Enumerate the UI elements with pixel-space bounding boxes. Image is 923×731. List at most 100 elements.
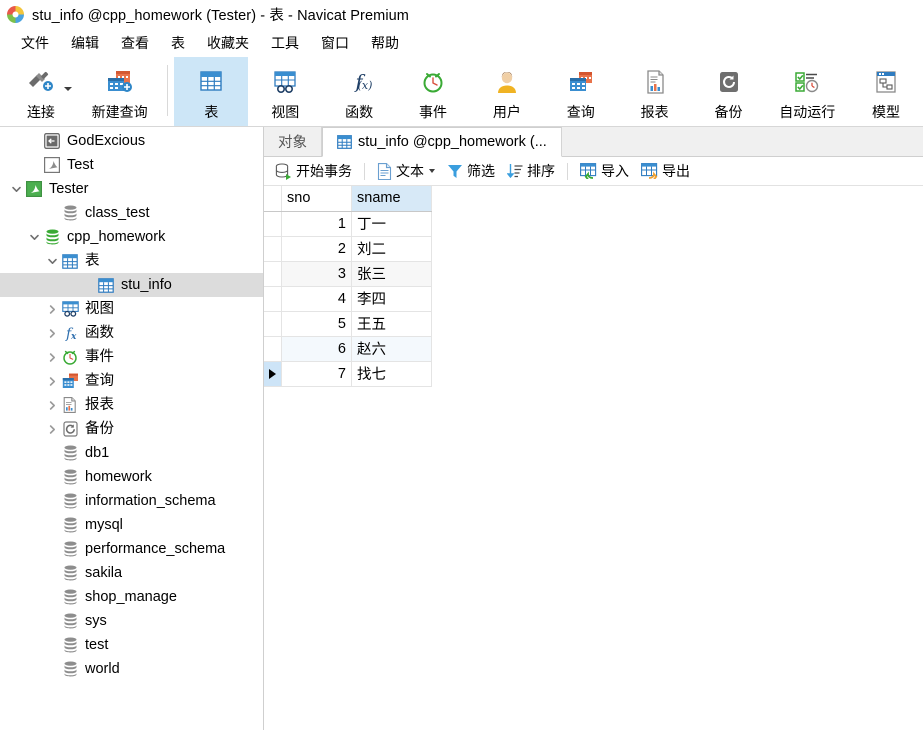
sidebar-item-test[interactable]: Test [0, 153, 263, 177]
cell-sname[interactable]: 丁一 [351, 211, 432, 237]
sidebar-item--[interactable]: 备份 [0, 417, 263, 441]
toolbar-button-automation[interactable]: 自动运行 [765, 57, 849, 126]
cell-sno[interactable]: 4 [281, 286, 352, 312]
chevron-right-icon[interactable] [44, 304, 60, 315]
current-row-indicator-icon[interactable] [264, 361, 282, 387]
sidebar-item-information_schema[interactable]: information_schema [0, 489, 263, 513]
cell-sno[interactable]: 1 [281, 211, 352, 237]
sort-button[interactable]: 排序 [501, 159, 561, 183]
menu-favorites[interactable]: 收藏夹 [196, 30, 260, 56]
menu-window[interactable]: 窗口 [310, 30, 360, 56]
row-indicator[interactable] [264, 211, 282, 237]
toolbar-button-users[interactable]: 用户 [470, 57, 544, 126]
sidebar-item--[interactable]: 查询 [0, 369, 263, 393]
chevron-down-icon[interactable] [26, 232, 42, 243]
database-gray-icon [60, 661, 80, 677]
sidebar-item-godexcious[interactable]: GodExcious [0, 129, 263, 153]
toolbar-button-tables[interactable]: 表 [174, 57, 249, 126]
data-grid-container[interactable]: sno sname 1 丁一 2 刘二 3 张三 4 李四 5 王五 6 赵六 7 找七 [264, 186, 923, 730]
row-indicator[interactable] [264, 311, 282, 337]
cell-sname[interactable]: 赵六 [351, 336, 432, 362]
chevron-right-icon[interactable] [44, 400, 60, 411]
sidebar-item-sakila[interactable]: sakila [0, 561, 263, 585]
row-indicator-header [264, 186, 282, 212]
menu-edit[interactable]: 编辑 [60, 30, 110, 56]
sidebar-item-db1[interactable]: db1 [0, 441, 263, 465]
sidebar-item-shop_manage[interactable]: shop_manage [0, 585, 263, 609]
connection-gray-icon [42, 133, 62, 149]
text-view-button[interactable]: 文本 [371, 159, 441, 183]
menu-view[interactable]: 查看 [110, 30, 160, 56]
toolbar-button-model[interactable]: 模型 [849, 57, 923, 126]
menu-file[interactable]: 文件 [10, 30, 60, 56]
sidebar-item--[interactable]: 视图 [0, 297, 263, 321]
sidebar-item-sys[interactable]: sys [0, 609, 263, 633]
row-indicator[interactable] [264, 236, 282, 262]
column-header-sname[interactable]: sname [351, 186, 432, 212]
table-row[interactable]: 7 找七 [264, 361, 432, 387]
toolbar-button-backup[interactable]: 备份 [692, 57, 766, 126]
chevron-down-icon[interactable] [44, 256, 60, 267]
row-indicator[interactable] [264, 336, 282, 362]
menu-tools[interactable]: 工具 [260, 30, 310, 56]
menu-table[interactable]: 表 [160, 30, 196, 56]
cell-sno[interactable]: 6 [281, 336, 352, 362]
sidebar-item-cpp_homework[interactable]: cpp_homework [0, 225, 263, 249]
sidebar-item-performance_schema[interactable]: performance_schema [0, 537, 263, 561]
tab-objects[interactable]: 对象 [264, 127, 322, 156]
chevron-down-icon[interactable] [63, 87, 72, 91]
filter-button[interactable]: 筛选 [441, 159, 501, 183]
tab-stu-info[interactable]: stu_info @cpp_homework (... [322, 127, 562, 157]
chevron-right-icon[interactable] [44, 376, 60, 387]
row-indicator[interactable] [264, 261, 282, 287]
sidebar-item-test[interactable]: test [0, 633, 263, 657]
cell-sno[interactable]: 3 [281, 261, 352, 287]
sidebar-item-mysql[interactable]: mysql [0, 513, 263, 537]
import-button[interactable]: 导入 [574, 159, 635, 183]
menu-help[interactable]: 帮助 [360, 30, 410, 56]
sidebar-item-tester[interactable]: Tester [0, 177, 263, 201]
table-row[interactable]: 3 张三 [264, 261, 432, 287]
row-indicator[interactable] [264, 286, 282, 312]
toolbar-button-new-query[interactable]: 新建查询 [78, 57, 162, 126]
table-row[interactable]: 1 丁一 [264, 211, 432, 237]
cell-sno[interactable]: 2 [281, 236, 352, 262]
table-row[interactable]: 4 李四 [264, 286, 432, 312]
chevron-down-icon[interactable] [8, 184, 24, 195]
toolbar-button-report[interactable]: 报表 [618, 57, 692, 126]
sidebar-item-homework[interactable]: homework [0, 465, 263, 489]
cell-sname[interactable]: 张三 [351, 261, 432, 287]
chevron-down-icon[interactable] [429, 169, 435, 173]
table-row[interactable]: 2 刘二 [264, 236, 432, 262]
cell-sname[interactable]: 找七 [351, 361, 432, 387]
toolbar-button-connection[interactable]: 连接 [4, 57, 78, 126]
data-grid[interactable]: sno sname 1 丁一 2 刘二 3 张三 4 李四 5 王五 6 赵六 7 找七 [264, 186, 432, 387]
chevron-right-icon[interactable] [44, 424, 60, 435]
navigation-sidebar[interactable]: GodExcious Test Tester class_test cpp_homewo… [0, 127, 264, 730]
sidebar-item-stu_info[interactable]: stu_info [0, 273, 263, 297]
table-row[interactable]: 6 赵六 [264, 336, 432, 362]
chevron-right-icon[interactable] [44, 328, 60, 339]
column-header-sno[interactable]: sno [281, 186, 352, 212]
sidebar-item--[interactable]: f x 函数 [0, 321, 263, 345]
cell-sname[interactable]: 王五 [351, 311, 432, 337]
sidebar-item-label: 备份 [85, 420, 114, 437]
sidebar-item-world[interactable]: world [0, 657, 263, 681]
export-button[interactable]: 导出 [635, 159, 696, 183]
chevron-right-icon[interactable] [44, 352, 60, 363]
toolbar-button-functions[interactable]: f (x) 函数 [322, 57, 396, 126]
cell-sno[interactable]: 7 [281, 361, 352, 387]
sidebar-item--[interactable]: 报表 [0, 393, 263, 417]
table-row[interactable]: 5 王五 [264, 311, 432, 337]
sidebar-item--[interactable]: 事件 [0, 345, 263, 369]
cell-sno[interactable]: 5 [281, 311, 352, 337]
begin-transaction-button[interactable]: 开始事务 [269, 159, 358, 183]
sidebar-item-class_test[interactable]: class_test [0, 201, 263, 225]
cell-sname[interactable]: 刘二 [351, 236, 432, 262]
svg-text:x: x [70, 332, 77, 341]
toolbar-button-views[interactable]: 视图 [248, 57, 322, 126]
cell-sname[interactable]: 李四 [351, 286, 432, 312]
sidebar-item--[interactable]: 表 [0, 249, 263, 273]
toolbar-button-query[interactable]: 查询 [544, 57, 618, 126]
toolbar-button-events[interactable]: 事件 [396, 57, 470, 126]
